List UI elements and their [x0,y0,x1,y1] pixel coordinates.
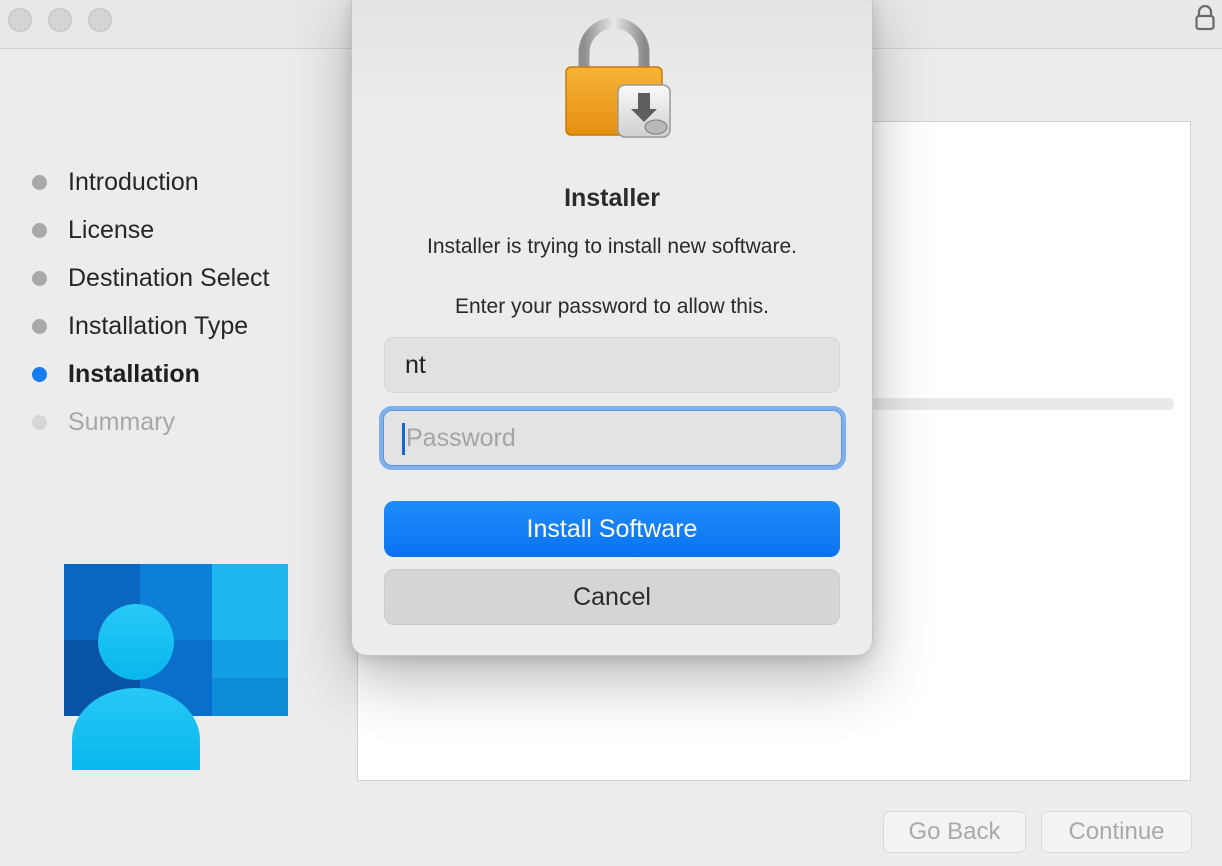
dialog-title: Installer [564,184,660,212]
step-license: License [32,206,270,254]
zoom-button[interactable] [88,8,112,32]
step-dot [32,318,47,334]
go-back-button[interactable]: Go Back [883,811,1026,853]
step-dot [32,174,47,190]
minimize-button[interactable] [48,8,72,32]
installer-lock-icon [565,17,671,138]
step-label: Destination Select [68,263,270,292]
installer-steps: Introduction License Destination Select … [32,158,270,446]
step-dot [32,414,47,430]
step-label: Introduction [68,167,199,196]
username-field[interactable]: nt [384,337,840,393]
password-field-focus-ring [379,406,846,470]
close-button[interactable] [8,8,32,32]
step-installation: Installation [32,350,270,398]
padlock-icon [1195,5,1215,31]
dialog-message: Installer is trying to install new softw… [427,235,797,258]
cancel-button[interactable]: Cancel [384,569,840,625]
step-label: Summary [68,407,175,436]
step-label: Installation [68,359,200,388]
install-software-button[interactable]: Install Software [384,501,840,557]
auth-dialog: Installer Installer is trying to install… [351,0,873,656]
dialog-prompt: Enter your password to allow this. [455,295,769,318]
continue-button[interactable]: Continue [1041,811,1192,853]
install-progress-bar [870,398,1174,410]
step-dot [32,222,47,238]
step-label: Installation Type [68,311,249,340]
step-label: License [68,215,155,244]
step-installation-type: Installation Type [32,302,270,350]
step-summary: Summary [32,398,270,446]
step-dot [32,270,47,286]
password-field[interactable] [383,410,842,466]
app-logo-icon [64,564,288,770]
step-destination-select: Destination Select [32,254,270,302]
step-introduction: Introduction [32,158,270,206]
step-dot-active [32,366,47,382]
text-caret [402,423,405,455]
